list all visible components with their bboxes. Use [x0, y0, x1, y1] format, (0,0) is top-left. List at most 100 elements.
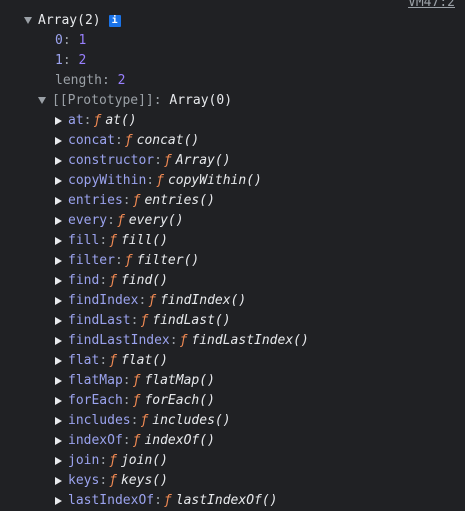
method-row-keys[interactable]: keys: ƒ keys() — [55, 471, 168, 491]
method-row-concat[interactable]: concat: ƒ concat() — [55, 131, 199, 151]
function-symbol-icon: ƒ — [132, 393, 141, 408]
method-signature: indexOf() — [144, 433, 215, 448]
expand-triangle-icon[interactable] — [55, 236, 62, 245]
colon: : — [83, 113, 92, 128]
colon: : — [114, 133, 123, 148]
array-entry-0: 0: 1 — [55, 31, 86, 51]
function-symbol-icon: ƒ — [163, 493, 172, 508]
expand-triangle-icon[interactable] — [55, 376, 62, 385]
method-row-flatMap[interactable]: flatMap: ƒ flatMap() — [55, 371, 215, 391]
method-signature: copyWithin() — [167, 173, 262, 188]
method-key: copyWithin — [68, 173, 147, 188]
colon: : — [122, 433, 131, 448]
expand-triangle-icon[interactable] — [55, 296, 62, 305]
function-symbol-icon: ƒ — [156, 173, 164, 188]
method-signature: filter() — [136, 253, 200, 268]
expand-triangle-icon[interactable] — [55, 316, 62, 325]
method-key: findIndex — [68, 293, 139, 308]
method-row-constructor[interactable]: constructor: ƒ Array() — [55, 151, 231, 171]
expand-triangle-icon[interactable] — [55, 276, 62, 285]
method-row-filter[interactable]: filter: ƒ filter() — [55, 251, 199, 271]
expand-triangle-icon[interactable] — [55, 116, 62, 125]
colon: : — [114, 253, 123, 268]
expand-triangle-icon[interactable] — [55, 336, 62, 345]
method-signature: fill() — [120, 233, 168, 248]
colon: : — [62, 53, 79, 68]
function-symbol-icon: ƒ — [116, 213, 125, 228]
expand-triangle-icon[interactable] — [55, 476, 62, 485]
expand-triangle-icon[interactable] — [55, 436, 62, 445]
array-header: Array(2) — [38, 13, 101, 28]
colon: : — [122, 373, 131, 388]
method-signature: at() — [105, 113, 137, 128]
function-symbol-icon: ƒ — [109, 353, 117, 368]
colon: : — [62, 33, 79, 48]
collapse-triangle-icon[interactable] — [38, 97, 46, 104]
method-row-lastIndexOf[interactable]: lastIndexOf: ƒ lastIndexOf() — [55, 491, 278, 511]
method-key: flat — [68, 353, 100, 368]
collapse-triangle-icon[interactable] — [24, 17, 32, 24]
colon: : — [146, 173, 155, 188]
method-row-every[interactable]: every: ƒ every() — [55, 211, 184, 231]
method-key: fill — [68, 233, 100, 248]
expand-triangle-icon[interactable] — [55, 496, 62, 505]
function-symbol-icon: ƒ — [109, 453, 117, 468]
expand-triangle-icon[interactable] — [55, 456, 62, 465]
method-row-flat[interactable]: flat: ƒ flat() — [55, 351, 168, 371]
method-key: includes — [68, 413, 131, 428]
method-signature: forEach() — [144, 393, 215, 408]
expand-triangle-icon[interactable] — [55, 156, 62, 165]
method-row-indexOf[interactable]: indexOf: ƒ indexOf() — [55, 431, 215, 451]
method-row-entries[interactable]: entries: ƒ entries() — [55, 191, 215, 211]
method-signature: keys() — [120, 473, 168, 488]
expand-triangle-icon[interactable] — [55, 396, 62, 405]
colon: : — [122, 393, 131, 408]
method-row-findLastIndex[interactable]: findLastIndex: ƒ findLastIndex() — [55, 331, 309, 351]
expand-triangle-icon[interactable] — [55, 136, 62, 145]
colon: : — [99, 233, 108, 248]
function-symbol-icon: ƒ — [109, 273, 117, 288]
method-key: at — [68, 113, 84, 128]
method-row-fill[interactable]: fill: ƒ fill() — [55, 231, 168, 251]
expand-triangle-icon[interactable] — [55, 196, 62, 205]
array-header-row[interactable]: Array(2) i — [24, 11, 121, 31]
method-signature: find() — [120, 273, 168, 288]
method-key: constructor — [68, 153, 155, 168]
array-entry-1: 1: 2 — [55, 51, 86, 71]
expand-triangle-icon[interactable] — [55, 256, 62, 265]
colon: : — [99, 353, 108, 368]
prototype-row[interactable]: [[Prototype]]: Array(0) — [38, 91, 232, 111]
prototype-value: Array(0) — [169, 93, 233, 108]
colon: : — [122, 193, 131, 208]
method-key: filter — [68, 253, 115, 268]
method-row-copyWithin[interactable]: copyWithin: ƒ copyWithin() — [55, 171, 262, 191]
expand-triangle-icon[interactable] — [55, 416, 62, 425]
method-row-join[interactable]: join: ƒ join() — [55, 451, 168, 471]
prototype-key: [[Prototype]] — [52, 93, 154, 108]
method-signature: lastIndexOf() — [175, 493, 278, 508]
method-key: findLast — [68, 313, 131, 328]
method-signature: Array() — [175, 153, 231, 168]
length-property: length: 2 — [55, 71, 125, 91]
source-link[interactable]: VM47:2 — [408, 0, 455, 11]
method-row-findLast[interactable]: findLast: ƒ findLast() — [55, 311, 231, 331]
colon: : — [99, 473, 108, 488]
function-symbol-icon: ƒ — [109, 233, 117, 248]
function-symbol-icon: ƒ — [124, 133, 133, 148]
expand-triangle-icon[interactable] — [55, 356, 62, 365]
method-signature: findLast() — [152, 313, 231, 328]
function-symbol-icon: ƒ — [132, 433, 141, 448]
length-value: 2 — [117, 73, 126, 88]
method-signature: includes() — [152, 413, 231, 428]
method-key: find — [68, 273, 100, 288]
info-icon[interactable]: i — [108, 14, 121, 27]
method-key: forEach — [68, 393, 123, 408]
method-row-forEach[interactable]: forEach: ƒ forEach() — [55, 391, 215, 411]
expand-triangle-icon[interactable] — [55, 216, 62, 225]
method-row-includes[interactable]: includes: ƒ includes() — [55, 411, 231, 431]
method-row-at[interactable]: at: ƒ at() — [55, 111, 137, 131]
method-row-find[interactable]: find: ƒ find() — [55, 271, 168, 291]
method-row-findIndex[interactable]: findIndex: ƒ findIndex() — [55, 291, 246, 311]
method-key: every — [68, 213, 108, 228]
expand-triangle-icon[interactable] — [55, 176, 62, 185]
